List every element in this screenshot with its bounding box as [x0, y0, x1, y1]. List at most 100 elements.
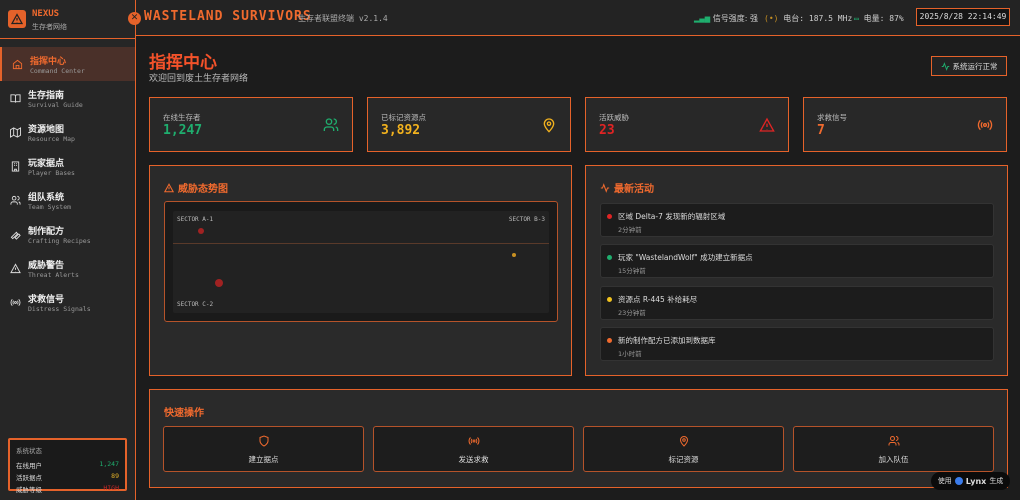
status-row-active-bases: 活跃据点 89 — [16, 472, 119, 482]
radio-status: (•) 电台: 187.5 MHz — [764, 13, 852, 24]
brand-name: NEXUS — [32, 9, 60, 19]
alert-icon — [10, 263, 21, 274]
sidebar-item-sublabel: Survival Guide — [28, 101, 83, 109]
book-icon — [10, 94, 21, 103]
sidebar-item-crafting-recipes[interactable]: 制作配方 Crafting Recipes — [0, 217, 135, 251]
logo-alert-icon — [8, 10, 26, 28]
sector-label-b3: SECTOR B-3 — [508, 216, 545, 223]
battery-text: 电量: 87% — [863, 14, 904, 23]
status-button-label: 系统运行正常 — [952, 61, 998, 71]
wrench-icon — [10, 231, 21, 240]
system-status-title: 系统状态 — [16, 447, 42, 455]
signal-bars-icon: ▂▄▆ — [694, 15, 711, 23]
activity-item: 新的制作配方已添加到数据库 1小时前 — [600, 327, 994, 361]
quick-actions-panel: 快速操作 建立据点 发送求救 标记资源 加入队伍 — [149, 389, 1008, 488]
threat-map[interactable]: SECTOR A-1 SECTOR B-3 SECTOR C-2 — [164, 201, 558, 322]
status-label: 威胁等级 — [16, 486, 42, 494]
home-icon — [12, 59, 23, 70]
app-subtitle: 生存者联盟终端 v2.1.4 — [298, 14, 388, 23]
map-area: SECTOR A-1 SECTOR B-3 SECTOR C-2 — [173, 211, 549, 313]
header: WASTELAND SURVIVORS 生存者联盟终端 v2.1.4 ▂▄▆ 信… — [136, 0, 1020, 36]
signal-text: 信号强度: 强 — [712, 14, 758, 23]
sidebar-item-label: 制作配方 — [28, 227, 65, 237]
quick-actions-title: 快速操作 — [164, 408, 204, 419]
sidebar-item-label: 生存指南 — [28, 91, 65, 101]
sidebar-item-sublabel: Crafting Recipes — [28, 237, 91, 245]
stat-value: 23 — [599, 123, 615, 138]
page-title: 指挥中心 — [149, 53, 217, 73]
map-pin-icon — [543, 118, 555, 133]
sidebar-item-sublabel: Distress Signals — [28, 305, 91, 313]
sidebar-item-label: 威胁警告 — [28, 261, 65, 271]
sidebar-item-distress-signals[interactable]: 求救信号 Distress Signals — [0, 285, 135, 319]
sidebar-item-player-bases[interactable]: 玩家据点 Player Bases — [0, 149, 135, 183]
system-status-button[interactable]: 系统运行正常 — [931, 56, 1007, 76]
send-distress-button[interactable]: 发送求救 — [373, 426, 574, 472]
status-dot — [607, 297, 612, 302]
sidebar: NEXUS 生存者网络 指挥中心 Command Center 生存指南 Survi… — [0, 0, 136, 500]
activity-item: 区域 Delta-7 发现新的辐射区域 2分钟前 — [600, 203, 994, 237]
threat-marker[interactable] — [198, 228, 204, 234]
stat-label: 活跃威胁 — [599, 113, 629, 122]
lynx-logo-icon — [954, 477, 963, 485]
signal-status: ▂▄▆ 信号强度: 强 — [694, 13, 758, 24]
status-label: 在线用户 — [16, 462, 42, 470]
sidebar-item-label: 玩家据点 — [28, 159, 65, 169]
status-dot — [607, 255, 612, 260]
map-pin-icon — [679, 436, 689, 447]
building-icon — [11, 161, 20, 172]
sidebar-item-team-system[interactable]: 组队系统 Team System — [0, 183, 135, 217]
alert-triangle-icon — [759, 117, 775, 132]
divider — [0, 38, 135, 39]
stat-card-distress-signals: 求救信号 7 — [803, 97, 1007, 152]
threat-map-title: 威胁态势图 — [164, 180, 228, 195]
radio-icon — [977, 119, 993, 131]
activity-item: 玩家 "WastelandWolf" 成功建立新据点 15分钟前 — [600, 244, 994, 278]
stat-card-active-threats: 活跃威胁 23 — [585, 97, 789, 152]
users-icon — [888, 436, 900, 446]
button-label: 标记资源 — [668, 455, 699, 464]
sidebar-item-command-center[interactable]: 指挥中心 Command Center — [0, 47, 135, 81]
badge-brand: Lynx — [965, 476, 987, 486]
threat-map-panel: 威胁态势图 SECTOR A-1 SECTOR B-3 SECTOR C-2 — [149, 165, 572, 376]
radio-icon — [468, 437, 480, 445]
stat-value: 7 — [817, 123, 825, 138]
status-dot — [607, 214, 612, 219]
activity-text: 玩家 "WastelandWolf" 成功建立新据点 — [618, 253, 753, 262]
threat-marker[interactable] — [512, 253, 516, 257]
status-row-threat-level: 威胁等级 HIGH — [16, 484, 119, 494]
sidebar-item-resource-map[interactable]: 资源地图 Resource Map — [0, 115, 135, 149]
status-row-online-users: 在线用户 1,247 — [16, 460, 119, 470]
stat-card-resource-points: 已标记资源点 3,892 — [367, 97, 571, 152]
radio-text: 电台: 187.5 MHz — [783, 14, 853, 23]
close-sidebar-button[interactable]: ✕ — [128, 12, 141, 25]
activity-text: 新的制作配方已添加到数据库 — [618, 336, 716, 345]
activity-panel: 最新活动 区域 Delta-7 发现新的辐射区域 2分钟前 玩家 "Wastela… — [585, 165, 1008, 376]
brand-subtitle: 生存者网络 — [32, 23, 67, 31]
sidebar-item-threat-alerts[interactable]: 威胁警告 Threat Alerts — [0, 251, 135, 285]
button-label: 发送求救 — [458, 455, 489, 464]
app-title: WASTELAND SURVIVORS — [144, 9, 312, 24]
radio-icon: (•) — [764, 14, 779, 23]
status-dot — [607, 338, 612, 343]
join-team-button[interactable]: 加入队伍 — [793, 426, 994, 472]
sidebar-item-sublabel: Threat Alerts — [28, 271, 79, 279]
sidebar-item-survival-guide[interactable]: 生存指南 Survival Guide — [0, 81, 135, 115]
activity-time: 1小时前 — [618, 350, 642, 358]
sidebar-item-sublabel: Player Bases — [28, 169, 75, 177]
build-base-button[interactable]: 建立据点 — [163, 426, 364, 472]
mark-resource-button[interactable]: 标记资源 — [583, 426, 784, 472]
status-value: 1,247 — [99, 460, 119, 468]
stat-label: 已标记资源点 — [381, 113, 426, 122]
battery-icon: ▭ — [854, 14, 859, 23]
status-value: 89 — [111, 472, 119, 480]
lynx-badge[interactable]: 使用 Lynx 生成 — [931, 472, 1010, 490]
shield-icon — [259, 435, 269, 447]
datetime-display: 2025/8/28 22:14:49 — [916, 8, 1010, 26]
radio-icon — [10, 298, 21, 307]
sidebar-item-sublabel: Resource Map — [28, 135, 75, 143]
sidebar-item-label: 指挥中心 — [30, 57, 67, 67]
threat-marker[interactable] — [215, 279, 223, 287]
activity-text: 区域 Delta-7 发现新的辐射区域 — [618, 212, 726, 221]
stat-label: 求救信号 — [817, 113, 847, 122]
